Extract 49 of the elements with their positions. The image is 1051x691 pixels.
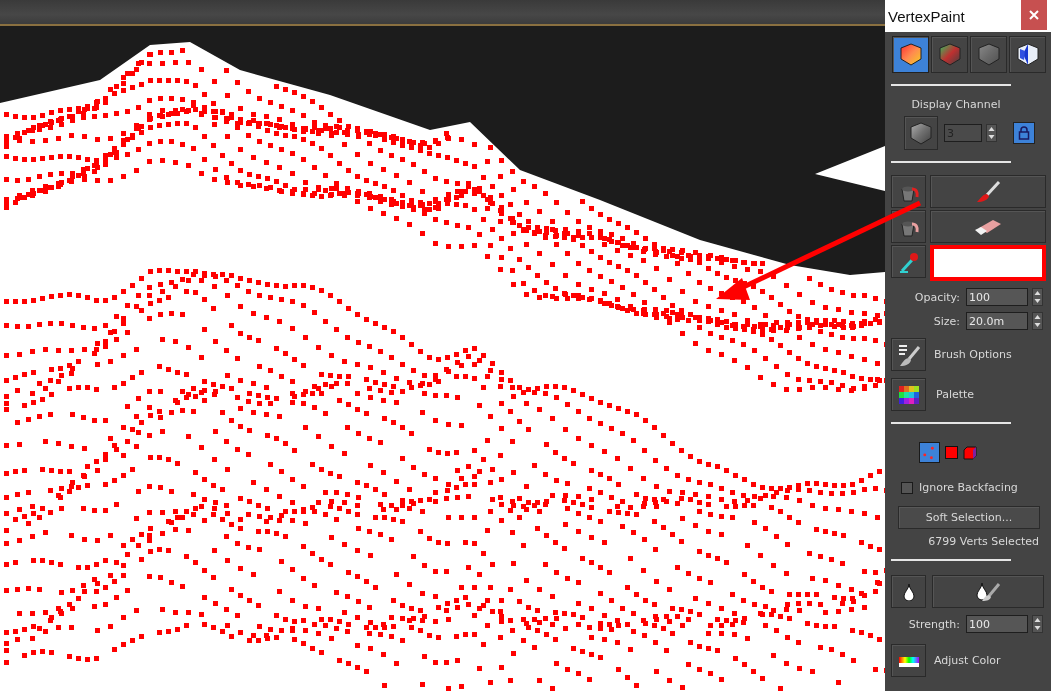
selection-count: 6799 Verts Selected [928, 535, 1039, 548]
checkbox[interactable] [901, 481, 913, 494]
field-label: Strength: [908, 617, 960, 631]
color-swatch[interactable] [930, 245, 1046, 281]
field-label: Size: [933, 314, 960, 328]
cube-icon [976, 42, 1001, 67]
mode-button[interactable] [892, 36, 929, 73]
channel-button[interactable] [904, 116, 938, 150]
spinner-arrows-icon[interactable] [1032, 312, 1043, 330]
shaded-cube-icon [898, 42, 923, 67]
section-label: Display Channel [910, 98, 1002, 111]
brush-icon [896, 342, 921, 367]
color-spectrum-icon [896, 654, 921, 667]
selection-mode-button[interactable] [919, 442, 940, 463]
number-field[interactable]: 100 [966, 615, 1028, 633]
droplet-icon [901, 582, 916, 601]
option-label: Brush Options [934, 348, 1012, 361]
field-label: Opacity: [914, 290, 960, 304]
tool-button[interactable] [891, 575, 926, 608]
selection-mode-button[interactable] [963, 445, 977, 460]
option-label: Adjust Color [934, 654, 1001, 667]
droplet-brush-icon [975, 581, 1001, 602]
number-field[interactable]: 20.0m [966, 312, 1028, 330]
tool-button[interactable] [891, 644, 926, 677]
tool-button[interactable] [891, 245, 926, 278]
cube-icon [909, 120, 933, 146]
square-icon [945, 446, 958, 459]
color-cube-icon [937, 42, 962, 67]
soft-selection-button[interactable]: Soft Selection... [898, 506, 1040, 529]
window-title: VertexPaint [887, 7, 965, 25]
spinner-arrows-icon[interactable] [1032, 288, 1043, 306]
selection-mode-button[interactable] [945, 446, 958, 459]
option-label: Palette [936, 388, 975, 401]
close-button[interactable] [1021, 0, 1047, 30]
tool-button[interactable] [932, 575, 1044, 608]
tool-button[interactable] [891, 338, 926, 371]
shield-cube-icon [1015, 42, 1040, 67]
tool-button[interactable] [891, 378, 926, 411]
tool-button[interactable] [891, 210, 926, 243]
checkbox-label: Ignore Backfacing [919, 481, 1018, 494]
close-icon [1029, 10, 1039, 20]
mode-button[interactable] [1009, 36, 1046, 73]
lock-button[interactable] [1013, 122, 1035, 144]
tool-button[interactable] [930, 210, 1046, 243]
number-field[interactable]: 100 [966, 288, 1028, 306]
spinner-arrows-icon[interactable] [1032, 615, 1043, 633]
spinner-arrows-icon[interactable] [986, 124, 997, 142]
cube-icon [963, 445, 977, 460]
lock-icon [1018, 126, 1030, 140]
